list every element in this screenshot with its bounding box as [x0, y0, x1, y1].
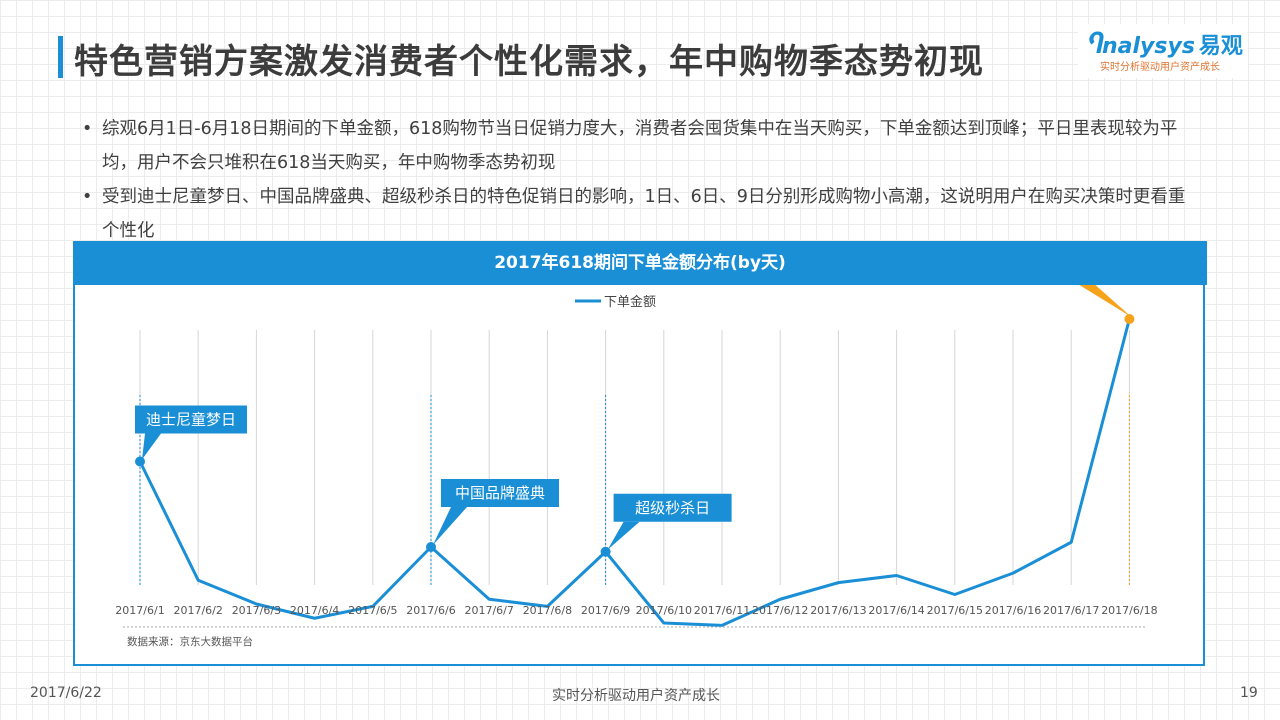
- x-tick-label: 2017/6/17: [1043, 604, 1099, 617]
- data-point: [426, 542, 436, 552]
- callout-pointer: [433, 507, 467, 545]
- bullet-text: 受到迪士尼童梦日、中国品牌盛典、超级秒杀日的特色促销日的影响，1日、6日、9日分…: [102, 187, 1186, 241]
- x-tick-label: 2017/6/3: [232, 604, 281, 617]
- x-tick-label: 2017/6/5: [348, 604, 397, 617]
- page-title: 特色营销方案激发消费者个性化需求，年中购物季态势初现: [74, 42, 984, 82]
- data-point: [488, 598, 490, 600]
- x-tick-label: 2017/6/15: [927, 604, 983, 617]
- footer-tagline: 实时分析驱动用户资产成长: [552, 688, 720, 704]
- analysys-logo: Ⴄnalysys 易观 实时分析驱动用户资产成长: [1078, 24, 1248, 78]
- bullet-text: 综观6月1日-6月18日期间的下单金额，618购物节当日促销力度大，消费者会囤货…: [102, 119, 1178, 173]
- data-point: [1012, 572, 1014, 574]
- data-point: [721, 624, 723, 626]
- x-tick-label: 2017/6/12: [752, 604, 808, 617]
- logo-brand-text: nalysys: [1102, 34, 1195, 59]
- x-tick-label: 2017/6/16: [985, 604, 1041, 617]
- logo-tagline: 实时分析驱动用户资产成长: [1100, 62, 1220, 73]
- title-accent-bar: [58, 36, 63, 78]
- x-tick-label: 2017/6/13: [810, 604, 866, 617]
- callout-label: 超级秒杀日: [635, 499, 710, 517]
- logo-brand-cn: 易观: [1198, 34, 1243, 59]
- x-tick-label: 2017/6/8: [523, 604, 572, 617]
- x-tick-label: 2017/6/14: [868, 604, 924, 617]
- logo-wordmark: Ⴄnalysys 易观: [1086, 30, 1243, 60]
- data-source: 数据来源：京东大数据平台: [127, 635, 253, 648]
- series-line: [138, 318, 1131, 627]
- page-number: 19: [1240, 685, 1258, 701]
- line-chart: 下单金额迪士尼童梦日中国品牌盛典超级秒杀日全品类高潮期2017/6/12017/…: [115, 285, 1158, 648]
- callout-pointer: [142, 433, 161, 460]
- x-tick-label: 2017/6/10: [636, 604, 692, 617]
- x-tick-label: 2017/6/2: [173, 604, 222, 617]
- callout-pointer: [1079, 285, 1132, 317]
- data-point: [197, 579, 199, 581]
- x-tick-label: 2017/6/1: [115, 604, 164, 617]
- bullet-list: • 综观6月1日-6月18日期间的下单金额，618购物节当日促销力度大，消费者会…: [82, 112, 1202, 248]
- x-tick-label: 2017/6/9: [581, 604, 630, 617]
- legend-label: 下单金额: [604, 294, 656, 310]
- x-tick-label: 2017/6/7: [464, 604, 513, 617]
- bullet-dot-icon: •: [82, 187, 93, 207]
- chart-container: 下单金额迪士尼童梦日中国品牌盛典超级秒杀日全品类高潮期2017/6/12017/…: [73, 285, 1205, 666]
- x-tick-label: 2017/6/6: [406, 604, 455, 617]
- callout-label: 中国品牌盛典: [455, 484, 545, 502]
- data-point: [314, 617, 316, 619]
- data-point: [837, 582, 839, 584]
- footer-date: 2017/6/22: [30, 685, 102, 701]
- data-point: [954, 594, 956, 595]
- data-point: [663, 622, 665, 624]
- x-tick-label: 2017/6/11: [694, 604, 750, 617]
- chart-title: 2017年618期间下单金额分布(by天): [73, 241, 1207, 285]
- bullet-dot-icon: •: [82, 119, 93, 139]
- data-point: [1070, 541, 1072, 543]
- bullet-item: • 受到迪士尼童梦日、中国品牌盛典、超级秒杀日的特色促销日的影响，1日、6日、9…: [82, 180, 1202, 248]
- data-point: [896, 575, 898, 576]
- data-point: [135, 456, 145, 467]
- data-point: [779, 598, 781, 600]
- callout-label: 迪士尼童梦日: [146, 411, 236, 429]
- x-tick-label: 2017/6/18: [1101, 604, 1157, 617]
- callout-pointer: [607, 521, 640, 550]
- bullet-item: • 综观6月1日-6月18日期间的下单金额，618购物节当日促销力度大，消费者会…: [82, 112, 1202, 180]
- x-tick-label: 2017/6/4: [290, 604, 339, 617]
